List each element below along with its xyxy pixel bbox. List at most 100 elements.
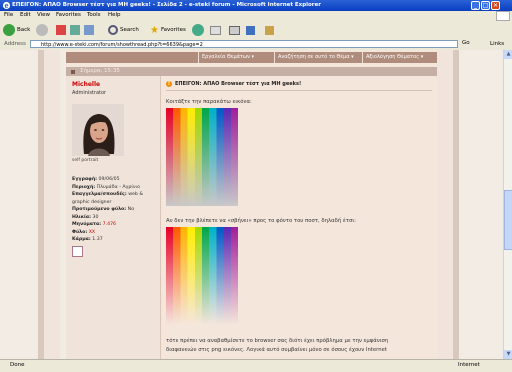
user-detail-row: Φύλο: XX [72, 229, 158, 237]
rate-thread-menu[interactable]: Αξιολόγηση Θέματος ▾ [362, 52, 426, 63]
detail-key: Προτιμούμενο φύλο: [72, 207, 127, 212]
back-arrow-icon [3, 24, 15, 36]
private-message-icon[interactable] [72, 246, 83, 257]
divider [166, 90, 432, 91]
menu-tools[interactable]: Tools [87, 12, 101, 18]
username-link[interactable]: Michelle [72, 81, 100, 88]
left-border [0, 50, 60, 359]
avatar [72, 104, 124, 156]
detail-key: Ηλικία: [72, 214, 91, 220]
scroll-thumb[interactable] [504, 190, 512, 250]
title-bar: e ΕΠΕΙΓΟΝ: ΑΠΑΟ Browser τέστ για ΜΗ geek… [0, 0, 512, 11]
detail-value: XX [88, 229, 96, 235]
user-details: Εγγραφή: 09/06/05 Περιοχή: Πλυμάδα - Αγρ… [72, 176, 158, 244]
post-date: Σήμερα, 15:35 [80, 68, 120, 74]
search-thread-menu[interactable]: Αναζήτηση σε αυτό το Θέμα ▾ [274, 52, 357, 63]
refresh-button[interactable] [70, 23, 80, 37]
back-label: Back [17, 27, 31, 33]
user-detail-row: Περιοχή: Πλυμάδα - Αγρίνιο [72, 184, 158, 192]
detail-value: 7.476 [102, 222, 117, 227]
stop-button[interactable] [56, 23, 66, 37]
user-detail-row: Προτιμούμενο φύλο: Να [72, 206, 158, 214]
gradient-image-1 [166, 108, 238, 206]
print-button[interactable] [229, 23, 240, 37]
detail-key: Κάρμα: [72, 237, 91, 242]
status-text: Done [10, 362, 25, 368]
post-date-bar: Σήμερα, 15:35 [66, 67, 437, 76]
menu-file[interactable]: File [4, 12, 13, 18]
mail-button[interactable] [210, 23, 221, 37]
status-bar: Done Internet [0, 359, 512, 372]
user-title: Administrator [72, 90, 107, 96]
scroll-down-icon[interactable]: ▼ [504, 350, 512, 359]
post-line-1: Κοιτάξτε την παρακάτω εικόνα: [166, 99, 252, 105]
user-detail-row: Κάρμα: 1.37 [72, 236, 158, 244]
detail-key: Μηνύματα: [72, 222, 102, 227]
detail-value: Πλυμάδα - Αγρίνιο [96, 184, 140, 190]
post-line-2: Αν δεν την βλέπετε να «σβήνει» προς το φ… [166, 218, 356, 224]
stop-icon [56, 25, 66, 35]
ie-logo-icon: e [2, 1, 11, 10]
forward-button[interactable] [36, 23, 48, 37]
close-button[interactable]: ✕ [491, 1, 500, 10]
detail-value: Να [127, 207, 135, 212]
forward-arrow-icon [36, 24, 48, 36]
home-icon [84, 25, 94, 35]
word-icon [246, 25, 255, 35]
discuss-button[interactable] [265, 23, 274, 37]
forum-post-area: Εργαλεία Θεμάτων ▾ Αναζήτηση σε αυτό το … [66, 50, 437, 359]
post-body: ! ΕΠΕΙΓΟΝ: ΑΠΑΟ Browser τέστ για ΜΗ geek… [162, 76, 437, 359]
maximize-button[interactable]: □ [481, 1, 490, 10]
mail-icon [210, 25, 221, 35]
address-input[interactable]: http://www.e-steki.com/forum/showthread.… [30, 40, 458, 48]
detail-value: 09/06/05 [98, 177, 120, 182]
media-icon [192, 24, 204, 36]
page-viewport: Εργαλεία Θεμάτων ▾ Αναζήτηση σε αυτό το … [0, 50, 512, 359]
home-button[interactable] [84, 23, 94, 37]
scroll-up-icon[interactable]: ▲ [504, 50, 512, 59]
back-button[interactable]: Back [3, 23, 30, 37]
post-icon [71, 70, 75, 74]
favorites-label: Favorites [160, 27, 186, 33]
menu-view[interactable]: View [37, 12, 50, 18]
user-info-pane: Michelle Administrator self portrait Εγγ… [66, 76, 161, 359]
window-title: ΕΠΕΙΓΟΝ: ΑΠΑΟ Browser τέστ για ΜΗ geeks!… [12, 2, 321, 8]
windows-logo-icon [496, 11, 510, 21]
user-detail-row: Ηλικία: 30 [72, 214, 158, 222]
vertical-scrollbar[interactable]: ▲ ▼ [503, 50, 512, 359]
menu-edit[interactable]: Edit [20, 12, 31, 18]
user-detail-row: Εγγραφή: 09/06/05 [72, 176, 158, 184]
media-button[interactable] [192, 23, 204, 37]
refresh-icon [70, 25, 80, 35]
search-button[interactable]: Search [108, 23, 139, 37]
detail-value: 30 [92, 214, 99, 220]
favorites-button[interactable]: ★ Favorites [150, 23, 186, 37]
star-icon: ★ [150, 24, 159, 36]
svg-text:e: e [5, 1, 9, 10]
search-label: Search [120, 27, 139, 33]
menu-help[interactable]: Help [108, 12, 121, 18]
links-button[interactable]: Links [490, 41, 504, 47]
post-title: ! ΕΠΕΙΓΟΝ: ΑΠΑΟ Browser τέστ για ΜΗ geek… [166, 81, 301, 87]
address-label: Address [4, 41, 26, 47]
search-icon [108, 25, 118, 35]
discuss-icon [265, 25, 274, 35]
edit-button[interactable] [246, 23, 255, 37]
detail-key: Εγγραφή: [72, 177, 98, 182]
detail-key: Επαγγελμα/σπουδές: [72, 192, 127, 197]
internet-zone: Internet [458, 362, 480, 368]
detail-key: Περιοχή: [72, 184, 96, 190]
detail-key: Φύλο: [72, 229, 88, 235]
menu-favorites[interactable]: Favorites [56, 12, 81, 18]
toolbar: Back Search ★ Favorites [0, 21, 512, 40]
post-line-4: διαφανειών στις png εικόνες. Λογικά αυτό… [166, 347, 387, 353]
user-detail-row: Μηνύματα: 7.476 [72, 221, 158, 229]
thread-tools-menu[interactable]: Εργαλεία Θεμάτων ▾ [198, 52, 257, 63]
avatar-caption: self portrait [72, 158, 99, 163]
user-detail-row: Επαγγελμα/σπουδές: web & graphic designe… [72, 191, 158, 206]
go-button[interactable]: Go [462, 40, 470, 46]
thread-toolbar: Εργαλεία Θεμάτων ▾ Αναζήτηση σε αυτό το … [66, 52, 437, 63]
minimize-button[interactable]: _ [471, 1, 480, 10]
detail-value: 1.37 [92, 237, 103, 242]
right-border [437, 50, 503, 359]
